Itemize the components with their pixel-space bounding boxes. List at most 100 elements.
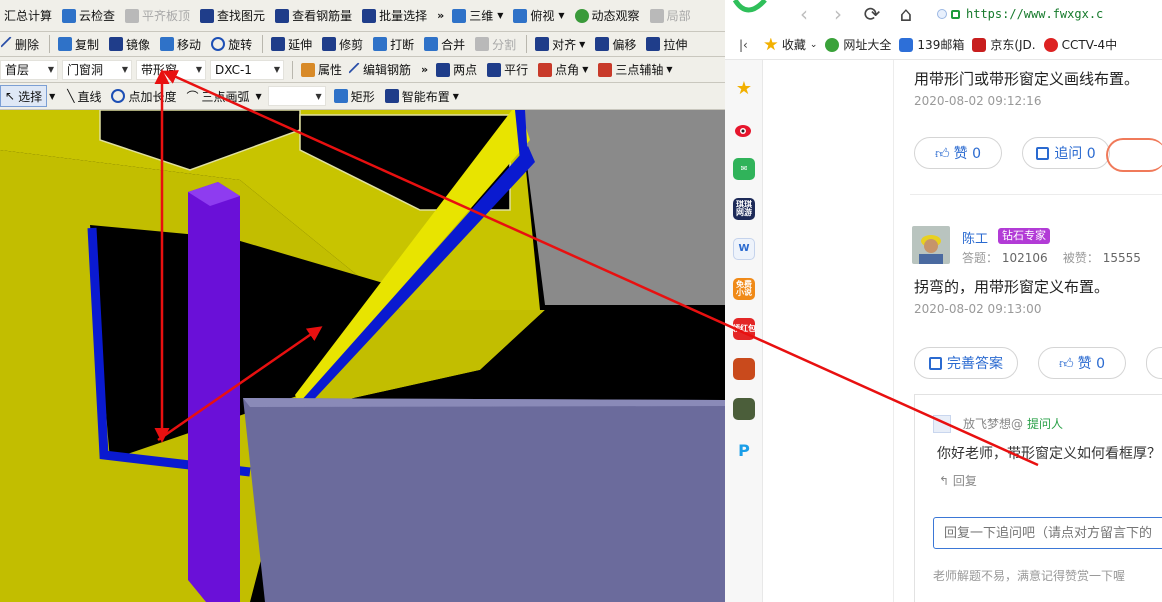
reply-link[interactable]: ↰ 回复 [939, 472, 977, 489]
trim-button[interactable]: 修剪 [318, 33, 367, 55]
3d-viewport[interactable] [0, 110, 725, 602]
point-length-button[interactable]: 点加长度 [107, 85, 180, 107]
expert-badge: 钻石专家 [998, 228, 1050, 244]
answer-divider [910, 194, 1162, 195]
chevron-down-icon: ▼ [195, 65, 202, 74]
properties-button[interactable]: 属性 [297, 59, 346, 81]
weibo-icon[interactable] [733, 118, 755, 140]
like-button[interactable]: 👍︎ 赞 0 [1038, 347, 1126, 379]
dynamic-view-button[interactable]: 动态观察 [571, 5, 644, 27]
mail-icon[interactable]: ✉ [733, 158, 755, 180]
properties-icon [301, 62, 315, 77]
partial-button[interactable] [1106, 138, 1162, 172]
batch-select-button[interactable]: 批量选择 [358, 5, 431, 27]
edit-rebar-button[interactable]: 编辑钢筋 [348, 59, 415, 81]
delete-button[interactable]: 删除 [0, 33, 43, 55]
view-rebar-button[interactable]: 查看钢筋量 [271, 5, 356, 27]
cloud-check-button[interactable]: 云检查 [58, 5, 119, 27]
merge-icon [424, 37, 439, 51]
home-button[interactable]: ⌂ [889, 2, 923, 26]
rectangle-button[interactable]: 矩形 [330, 85, 379, 107]
bookmark-cctv4[interactable]: CCTV-4中 [1043, 36, 1117, 53]
expert-username[interactable]: 陈工 [962, 228, 988, 247]
answers-column: 用带形门或带形窗定义画线布置。 2020-08-02 09:12:16 👍︎ 赞 … [893, 60, 1162, 602]
toolbar-overflow-icon[interactable]: » [437, 9, 444, 22]
align-icon [535, 37, 550, 51]
back-button[interactable]: ‹ [787, 2, 821, 26]
lock-icon [951, 9, 960, 19]
arc-option-select[interactable]: ▼ [267, 86, 326, 106]
bookmark-jd[interactable]: 京东(JD. [972, 36, 1036, 53]
partial-button[interactable] [1146, 347, 1162, 379]
bookmark-139mail[interactable]: 139邮箱 [899, 36, 964, 53]
break-button[interactable]: 打断 [369, 33, 418, 55]
chevron-down-icon: ▼ [497, 11, 504, 20]
followup-button[interactable]: 追问 0 [1022, 137, 1110, 169]
break-icon [373, 37, 388, 51]
url-field[interactable]: https://www.fwxgx.c [931, 3, 1109, 25]
element-name-select[interactable]: DXC-1 ▼ [210, 59, 284, 80]
summary-button[interactable]: 汇总计算 [0, 5, 56, 27]
3d-model-scene[interactable] [0, 110, 725, 602]
flat-slab-button[interactable]: 平齐板顶 [121, 5, 194, 27]
chevron-down-icon[interactable]: ▼ [49, 92, 55, 101]
local-view-button[interactable]: 局部 [646, 5, 695, 27]
find-element-button[interactable]: 查找图元 [196, 5, 269, 27]
element-type-select[interactable]: 带形窗 ▼ [136, 59, 206, 80]
document-icon[interactable]: W [733, 238, 755, 260]
binoculars-icon [200, 8, 215, 23]
cad-application: 汇总计算 云检查 平齐板顶 查找图元 查看钢筋量 批量选择 » 三维 ▼ 俯视 ▼ … [0, 0, 725, 602]
p-app-icon[interactable]: P [733, 440, 755, 462]
extend-button[interactable]: 延伸 [267, 33, 316, 55]
rotate-button[interactable]: 旋转 [207, 33, 256, 55]
bookmark-favorites[interactable]: 收藏 ⌄ [764, 36, 817, 53]
point-angle-button[interactable]: 点角 ▼ [534, 59, 592, 81]
edit-icon [929, 356, 942, 370]
games-icon[interactable]: 琪琪 网游 [733, 198, 755, 220]
top-view-button[interactable]: 俯视 ▼ [509, 5, 568, 27]
bookmark-nav-sites[interactable]: 网址大全 [825, 36, 891, 53]
reply-input[interactable] [933, 517, 1162, 549]
chevron-down-icon: ▼ [47, 65, 54, 74]
merge-button[interactable]: 合并 [420, 33, 469, 55]
mirror-button[interactable]: 镜像 [105, 33, 154, 55]
batch-select-icon [362, 8, 377, 23]
chevron-down-icon: ▼ [666, 65, 673, 74]
two-points-button[interactable]: 两点 [432, 59, 481, 81]
novel-icon[interactable]: 免费 小说 [733, 278, 755, 300]
bookmarks-bar: |‹ 收藏 ⌄ 网址大全 139邮箱 京东(JD. CCTV-4中 [725, 30, 1162, 60]
answer-text: 拐弯的，用带形窗定义布置。 [914, 278, 1110, 296]
like-button[interactable]: 👍︎ 赞 0 [914, 137, 1002, 169]
copy-icon [58, 37, 73, 51]
toolbar-overflow-icon[interactable]: » [421, 63, 428, 76]
answer-time: 2020-08-02 09:13:00 [914, 302, 1042, 316]
parallel-button[interactable]: 平行 [483, 59, 532, 81]
category-select[interactable]: 门窗洞 ▼ [62, 59, 132, 80]
arc-icon: ⌒ [186, 89, 199, 104]
stretch-button[interactable]: 拉伸 [642, 33, 691, 55]
select-button[interactable]: ↖ 选择 [0, 85, 48, 107]
refresh-button[interactable]: ⟳ [855, 2, 889, 26]
forward-button[interactable]: › [821, 2, 855, 26]
game-app-icon[interactable] [733, 358, 755, 380]
favorites-star-icon[interactable]: ★ [733, 78, 755, 100]
red-packet-icon[interactable]: 领红包 [732, 318, 756, 340]
three-point-arc-button[interactable]: ⌒ 三点画弧 ▼ [183, 85, 266, 107]
sidebar-toggle-button[interactable]: |‹ [739, 38, 748, 52]
mail139-icon [899, 37, 914, 52]
avatar[interactable] [912, 226, 950, 264]
offset-button[interactable]: 偏移 [591, 33, 640, 55]
address-bar: ‹ › ⟳ ⌂ https://www.fwxgx.c [725, 0, 1162, 28]
align-button[interactable]: 对齐 ▼ [531, 33, 589, 55]
copy-button[interactable]: 复制 [54, 33, 103, 55]
split-button[interactable]: 分割 [471, 33, 520, 55]
line-button[interactable]: ╲ 直线 [63, 85, 105, 107]
three-point-aux-button[interactable]: 三点辅轴 ▼ [594, 59, 676, 81]
move-button[interactable]: 移动 [156, 33, 205, 55]
smart-layout-button[interactable]: 智能布置 ▼ [381, 85, 463, 107]
pubg-game-icon[interactable] [733, 398, 755, 420]
avatar [933, 415, 951, 433]
floor-select[interactable]: 首层 ▼ [0, 59, 58, 80]
view-3d-button[interactable]: 三维 ▼ [448, 5, 507, 27]
improve-answer-button[interactable]: 完善答案 [914, 347, 1018, 379]
